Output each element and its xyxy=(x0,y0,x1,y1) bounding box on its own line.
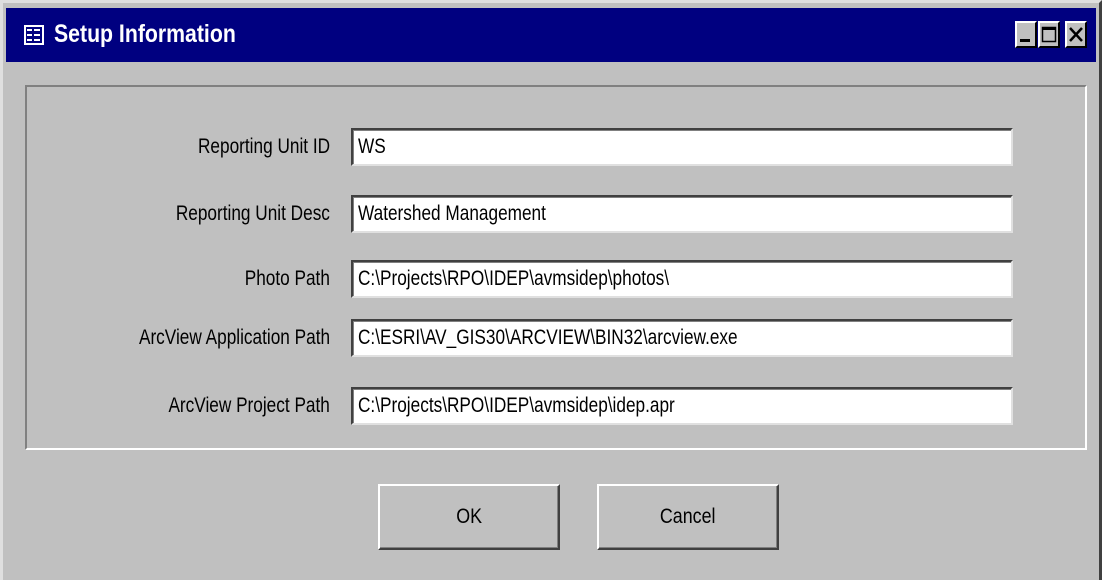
photo-path-field[interactable]: C:\Projects\RPO\IDEP\avmsidep\photos\ xyxy=(351,260,1013,298)
cancel-button[interactable]: Cancel xyxy=(597,484,779,550)
arcview-application-path-value: C:\ESRI\AV_GIS30\ARCVIEW\BIN32\arcview.e… xyxy=(358,326,738,349)
maximize-button[interactable] xyxy=(1038,21,1060,48)
arcview-application-path-label: ArcView Application Path xyxy=(138,326,330,349)
minimize-button[interactable] xyxy=(1015,21,1037,48)
photo-path-label: Photo Path xyxy=(244,267,330,290)
cancel-button-label: Cancel xyxy=(660,505,716,528)
ok-button-label: OK xyxy=(456,505,482,528)
reporting-unit-desc-value: Watershed Management xyxy=(358,202,546,225)
reporting-unit-id-field[interactable]: WS xyxy=(351,128,1013,166)
window-title: Setup Information xyxy=(54,20,236,48)
minimize-icon xyxy=(1020,39,1030,42)
title-bar[interactable]: Setup Information xyxy=(6,8,1096,62)
reporting-unit-desc-field[interactable]: Watershed Management xyxy=(351,195,1013,233)
maximize-icon xyxy=(1041,26,1057,43)
arcview-project-path-field[interactable]: C:\Projects\RPO\IDEP\avmsidep\idep.apr xyxy=(351,387,1013,425)
reporting-unit-desc-label: Reporting Unit Desc xyxy=(175,202,330,225)
form-icon xyxy=(24,25,44,45)
photo-path-value: C:\Projects\RPO\IDEP\avmsidep\photos\ xyxy=(358,267,670,290)
setup-information-window: Setup Information Reporting Unit ID WS R… xyxy=(0,0,1102,580)
reporting-unit-id-label: Reporting Unit ID xyxy=(197,135,330,158)
arcview-project-path-value: C:\Projects\RPO\IDEP\avmsidep\idep.apr xyxy=(358,394,675,417)
ok-button[interactable]: OK xyxy=(378,484,560,550)
arcview-application-path-field[interactable]: C:\ESRI\AV_GIS30\ARCVIEW\BIN32\arcview.e… xyxy=(351,319,1013,357)
arcview-project-path-label: ArcView Project Path xyxy=(168,394,330,417)
close-icon xyxy=(1069,27,1083,42)
reporting-unit-id-value: WS xyxy=(358,135,386,158)
close-button[interactable] xyxy=(1065,21,1087,48)
